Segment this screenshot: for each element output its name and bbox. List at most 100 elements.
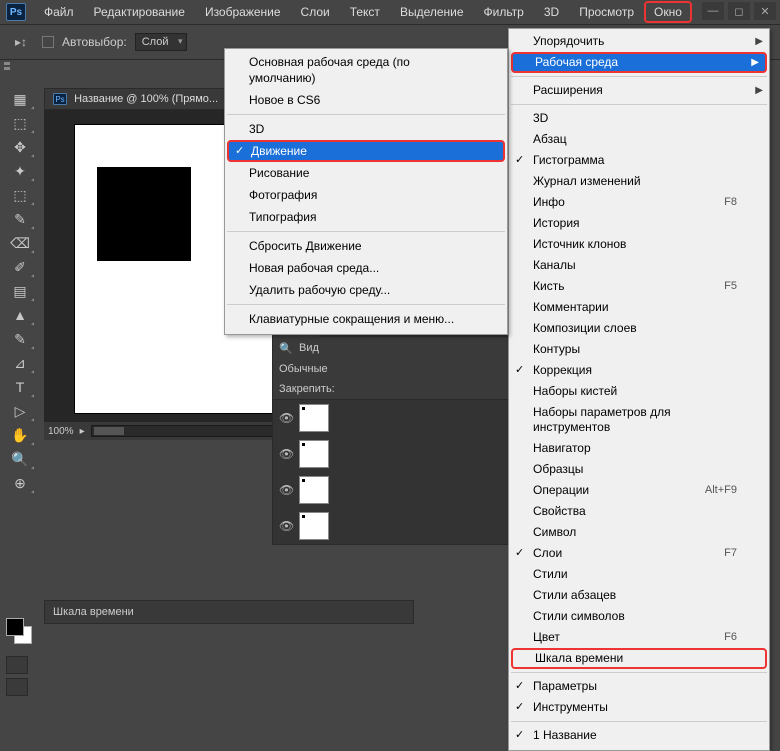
tool-15[interactable]: 🔍 [5,448,35,470]
win-menu-item[interactable]: Расширения▶ [509,80,769,101]
ws-menu-item[interactable]: Типография [225,206,507,228]
foreground-swatch[interactable] [6,618,24,636]
minimize-button[interactable]: — [702,2,724,20]
win-menu-item[interactable]: Образцы [509,459,769,480]
win-menu-item[interactable]: Источник клонов [509,234,769,255]
menu-item-выделение[interactable]: Выделение [390,1,474,23]
win-menu-item[interactable]: Упорядочить▶ [509,31,769,52]
menu-item-файл[interactable]: Файл [34,1,84,23]
close-button[interactable]: ✕ [754,2,776,20]
panel-flyouts-icon[interactable] [4,62,10,70]
tool-11[interactable]: ⊿ [5,352,35,374]
tool-10[interactable]: ✎ [5,328,35,350]
document-tab[interactable]: Ps Название @ 100% (Прямо... ✕ [44,88,241,110]
autoselect-mode-select[interactable]: Слой [135,33,188,51]
ws-menu-item[interactable]: Сбросить Движение [225,235,507,257]
win-menu-item[interactable]: Шкала времени [511,648,767,669]
ws-menu-item[interactable]: Клавиатурные сокращения и меню... [225,308,507,330]
win-menu-item[interactable]: ЦветF6 [509,627,769,648]
tool-6[interactable]: ⌫ [5,232,35,254]
visibility-icon[interactable]: 👁 [279,447,293,461]
win-menu-item[interactable]: Стили символов [509,606,769,627]
win-menu-item[interactable]: Стили абзацев [509,585,769,606]
win-menu-item[interactable]: КистьF5 [509,276,769,297]
quickmask-icon[interactable] [6,656,28,674]
blend-mode-select[interactable]: Обычные [279,363,328,375]
filter-kind-icon[interactable]: 🔍 [279,341,293,355]
menu-item-окно[interactable]: Окно [644,1,692,23]
canvas-layer-blackbox [97,167,191,261]
tool-9[interactable]: ▲ [5,304,35,326]
tool-16[interactable]: ⊕ [5,472,35,494]
win-menu-item[interactable]: Абзац [509,129,769,150]
ws-menu-item[interactable]: Рисование [225,162,507,184]
layer-row[interactable]: 👁 [273,472,511,508]
tool-8[interactable]: ▤ [5,280,35,302]
win-menu-item[interactable]: Каналы [509,255,769,276]
win-menu-item[interactable]: Навигатор [509,438,769,459]
win-menu-item[interactable]: История [509,213,769,234]
ws-menu-item[interactable]: Основная рабочая среда (по умолчанию) [225,51,507,89]
tool-3[interactable]: ✦ [5,160,35,182]
tool-1[interactable]: ⬚ [5,112,35,134]
win-menu-item[interactable]: Стили [509,564,769,585]
timeline-panel[interactable]: Шкала времени [44,600,414,624]
ws-menu-item[interactable]: Удалить рабочую среду... [225,279,507,301]
win-menu-item[interactable]: Наборы параметров для инструментов [509,402,769,438]
ws-menu-item[interactable]: Новая рабочая среда... [225,257,507,279]
layer-row[interactable]: 👁 [273,508,511,544]
tab-ps-icon: Ps [53,93,67,105]
win-menu-item[interactable]: Наборы кистей [509,381,769,402]
ws-menu-item[interactable]: ✓Движение [227,140,505,162]
tool-14[interactable]: ✋ [5,424,35,446]
tool-5[interactable]: ✎ [5,208,35,230]
tool-12[interactable]: T [5,376,35,398]
menu-item-3d[interactable]: 3D [534,1,569,23]
maximize-button[interactable]: ◻ [728,2,750,20]
win-menu-item[interactable]: Рабочая среда▶ [511,52,767,73]
win-menu-item[interactable]: ИнфоF8 [509,192,769,213]
win-menu-item[interactable]: Символ [509,522,769,543]
layer-row[interactable]: 👁 [273,436,511,472]
info-dropdown-icon[interactable]: ▸ [80,426,85,437]
ws-menu-item[interactable]: 3D [225,118,507,140]
win-menu-item[interactable]: ✓Коррекция [509,360,769,381]
visibility-icon[interactable]: 👁 [279,411,293,425]
win-menu-item[interactable]: ОперацииAlt+F9 [509,480,769,501]
zoom-level[interactable]: 100% [48,426,74,437]
win-menu-item[interactable]: ✓Инструменты [509,697,769,718]
menu-item-фильтр[interactable]: Фильтр [474,1,534,23]
menu-item-редактирование[interactable]: Редактирование [84,1,195,23]
menu-item-слои[interactable]: Слои [291,1,340,23]
win-menu-item[interactable]: ✓1 Название [509,725,769,746]
win-menu-item[interactable]: 3D [509,108,769,129]
win-menu-item[interactable]: Свойства [509,501,769,522]
win-menu-item[interactable]: Комментарии [509,297,769,318]
tool-13[interactable]: ▷ [5,400,35,422]
tool-7[interactable]: ✐ [5,256,35,278]
win-menu-item[interactable]: Композиции слоев [509,318,769,339]
menu-item-просмотр[interactable]: Просмотр [569,1,644,23]
menu-item-изображение[interactable]: Изображение [195,1,291,23]
menu-item-label: Наборы параметров для инструментов [533,405,737,435]
tool-2[interactable]: ✥ [5,136,35,158]
visibility-icon[interactable]: 👁 [279,519,293,533]
menu-item-текст[interactable]: Текст [340,1,390,23]
win-menu-item[interactable]: ✓Гистограмма [509,150,769,171]
tool-4[interactable]: ⬚ [5,184,35,206]
win-menu-item[interactable]: ✓СлоиF7 [509,543,769,564]
visibility-icon[interactable]: 👁 [279,483,293,497]
screenmode-icon[interactable] [6,678,28,696]
ws-menu-item[interactable]: Новое в CS6 [225,89,507,111]
win-menu-item[interactable]: ✓Параметры [509,676,769,697]
win-menu-item[interactable]: Контуры [509,339,769,360]
color-swatches[interactable] [6,618,34,646]
ws-menu-item[interactable]: Фотография [225,184,507,206]
filter-kind-label[interactable]: Вид [299,342,319,354]
win-menu-item[interactable]: Журнал изменений [509,171,769,192]
tool-0[interactable]: ▦ [5,88,35,110]
layer-row[interactable]: 👁 [273,400,511,436]
menu-item-label: Кисть [533,279,564,294]
autoselect-checkbox[interactable] [42,36,54,48]
menu-item-label: Рабочая среда [535,55,618,70]
